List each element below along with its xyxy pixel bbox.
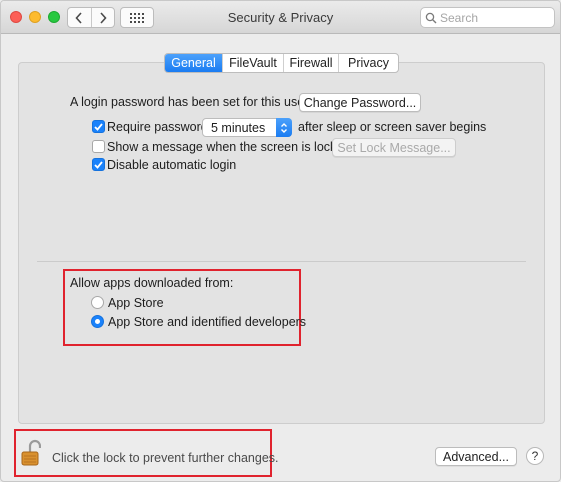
tab-filevault[interactable]: FileVault — [222, 54, 283, 72]
minimize-window-button[interactable] — [29, 11, 41, 23]
forward-button[interactable] — [90, 8, 115, 27]
search-input[interactable] — [440, 10, 540, 25]
section-divider — [37, 261, 526, 262]
radio-app-store-label: App Store — [108, 296, 164, 310]
set-lock-message-button[interactable]: Set Lock Message... — [332, 138, 456, 157]
show-message-label: Show a message when the screen is locked — [107, 140, 351, 154]
radio-app-store-identified-label: App Store and identified developers — [108, 315, 307, 329]
radio-app-store[interactable] — [91, 296, 104, 309]
navigation-group — [67, 7, 115, 28]
disable-auto-login-checkbox[interactable] — [92, 158, 105, 171]
back-button[interactable] — [68, 8, 91, 27]
search-icon — [425, 12, 437, 23]
require-password-delay-popup[interactable]: 5 minutes — [202, 118, 292, 137]
title-bar: Security & Privacy — [1, 1, 560, 34]
lock-button[interactable] — [21, 439, 42, 467]
close-window-button[interactable] — [10, 11, 22, 23]
require-password-suffix: after sleep or screen saver begins — [298, 120, 487, 134]
require-password-label: Require password — [107, 120, 208, 134]
allow-apps-heading: Allow apps downloaded from: — [70, 276, 234, 290]
advanced-button[interactable]: Advanced... — [435, 447, 517, 466]
search-field[interactable] — [420, 7, 555, 28]
tab-general[interactable]: General — [165, 54, 222, 72]
radio-app-store-identified[interactable] — [91, 315, 104, 328]
tab-bar: General FileVault Firewall Privacy — [164, 53, 399, 73]
chevron-left-icon — [75, 11, 82, 24]
checkmark-icon — [94, 160, 103, 169]
tab-privacy[interactable]: Privacy — [338, 54, 398, 72]
preferences-window: Security & Privacy General FileVault Fir… — [0, 0, 561, 482]
unlocked-padlock-icon — [21, 439, 42, 466]
popup-arrows-icon — [276, 118, 292, 137]
help-button[interactable]: ? — [526, 447, 544, 465]
login-password-label: A login password has been set for this u… — [70, 95, 309, 109]
show-message-checkbox[interactable] — [92, 140, 105, 153]
grid-icon — [130, 12, 144, 23]
general-panel — [18, 62, 545, 424]
lock-message: Click the lock to prevent further change… — [52, 451, 279, 465]
zoom-window-button[interactable] — [48, 11, 60, 23]
change-password-button[interactable]: Change Password... — [299, 93, 421, 112]
disable-auto-login-label: Disable automatic login — [107, 158, 237, 172]
show-all-button[interactable] — [120, 7, 154, 28]
popup-value: 5 minutes — [211, 121, 266, 135]
checkmark-icon — [94, 122, 103, 131]
tab-firewall[interactable]: Firewall — [283, 54, 338, 72]
require-password-checkbox[interactable] — [92, 120, 105, 133]
chevron-right-icon — [100, 11, 107, 24]
